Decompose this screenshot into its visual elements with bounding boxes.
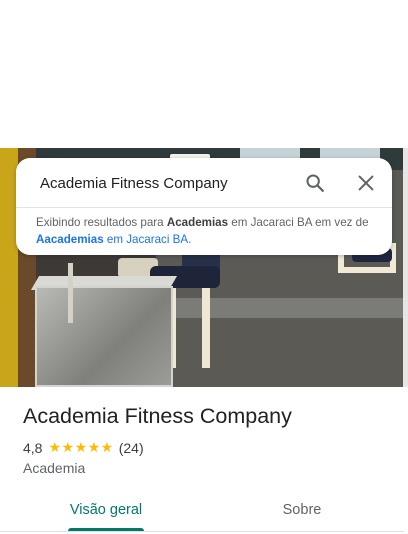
rating-row: 4,8 ★★★★★ (24) — [23, 440, 144, 456]
rating-value: 4,8 — [23, 440, 43, 456]
place-category[interactable]: Academia — [23, 460, 85, 476]
notice-prefix: Exibindo resultados para — [36, 216, 167, 229]
top-blank-area — [0, 0, 408, 148]
place-tabs: Visão geral Sobre — [0, 488, 408, 534]
notice-alt-suffix: em Jacaraci BA — [103, 233, 189, 246]
notice-middle: em Jacaraci BA em vez de — [228, 216, 369, 229]
rating-stars: ★★★★★ — [48, 440, 114, 456]
photo-machine-frame — [168, 288, 210, 368]
search-row — [16, 158, 392, 207]
search-divider — [16, 207, 392, 208]
tabs-divider — [0, 531, 404, 532]
search-input[interactable] — [40, 172, 290, 194]
notice-term: Academias — [166, 216, 229, 229]
close-icon[interactable] — [355, 172, 377, 194]
notice-end: . — [188, 233, 192, 246]
hero-scrollbar[interactable] — [403, 148, 408, 387]
search-card: Exibindo resultados para Academias em Ja… — [16, 158, 392, 255]
place-title: Academia Fitness Company — [23, 404, 292, 428]
photo-pipe — [68, 263, 73, 323]
search-correction-notice: Exibindo resultados para Academias em Ja… — [36, 214, 376, 248]
search-icon[interactable] — [304, 172, 326, 194]
photo-steel-box — [35, 286, 173, 387]
tab-about[interactable]: Sobre — [252, 488, 352, 532]
search-instead-link[interactable]: Aacademias em Jacaraci BA — [36, 233, 188, 246]
tab-overview[interactable]: Visão geral — [56, 488, 156, 532]
notice-alt-term: Aacademias — [36, 233, 104, 246]
review-count-link[interactable]: (24) — [119, 440, 144, 456]
